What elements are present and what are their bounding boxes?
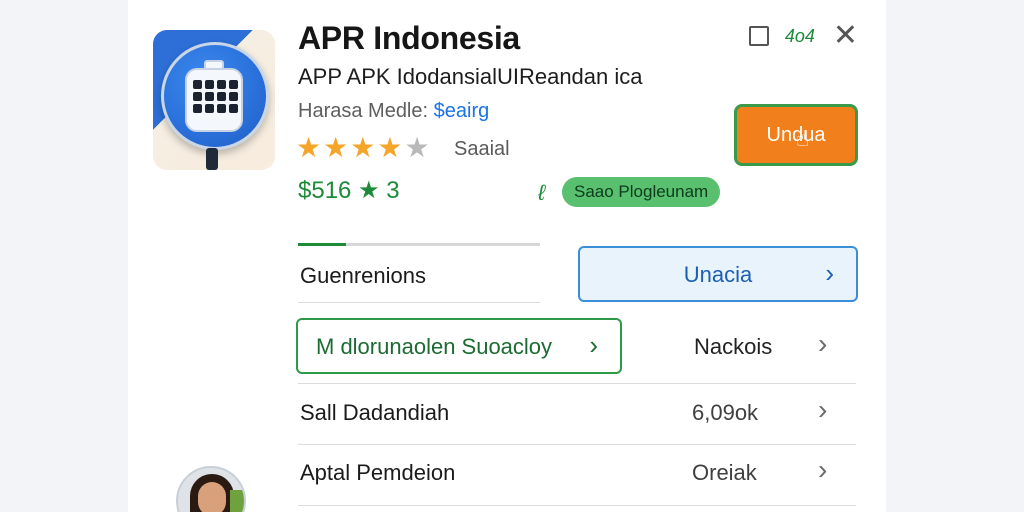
app-row-value: Oreiak bbox=[692, 460, 757, 485]
blue-action-button[interactable]: Unacia › bbox=[578, 246, 858, 302]
app-row-label[interactable]: Aptal Pemdeion bbox=[300, 460, 455, 486]
cursor-icon: ☝ bbox=[796, 126, 810, 151]
divider bbox=[298, 444, 856, 445]
sale-row-value: 6,09ok bbox=[692, 400, 759, 425]
star-icon: ★ bbox=[404, 132, 430, 163]
star-icon: ★ bbox=[323, 132, 349, 163]
rating-label: Saaial bbox=[454, 138, 510, 160]
divider bbox=[298, 505, 856, 506]
window-controls: 4o4 ✕ bbox=[748, 21, 858, 51]
developer-line: Harasa Medle: $eairg bbox=[298, 100, 489, 123]
progress-bar bbox=[298, 243, 540, 246]
price-label: $516 ★ 3 bbox=[298, 177, 400, 204]
status-badge: Saao Plogleunam bbox=[562, 177, 721, 207]
rating-stars: ★ ★ ★ ★ ★ bbox=[296, 134, 432, 162]
close-icon[interactable]: ✕ bbox=[833, 21, 858, 51]
chevron-right-icon[interactable]: › bbox=[818, 394, 827, 426]
developer-label: Harasa Medle: bbox=[298, 100, 429, 122]
chevron-right-icon[interactable]: › bbox=[818, 328, 827, 360]
generations-label: Guenrenions bbox=[300, 263, 426, 288]
divider bbox=[298, 383, 856, 384]
green-row-value: Nackois bbox=[694, 334, 773, 359]
app-subtitle: APP APK IdodansialUIReandan ica bbox=[298, 64, 643, 89]
right-backdrop bbox=[886, 0, 1024, 512]
progress-fill bbox=[298, 243, 347, 246]
chevron-right-icon: › bbox=[589, 330, 598, 360]
star-icon: ★ bbox=[350, 132, 376, 163]
app-detail-card: APR Indonesia APP APK IdodansialUIReanda… bbox=[128, 0, 886, 512]
chevron-right-icon: › bbox=[825, 258, 834, 288]
green-action-button[interactable]: M dlorunaolen Suoacloy › bbox=[296, 318, 622, 374]
app-title: APR Indonesia bbox=[298, 20, 520, 56]
green-button-label: M dlorunaolen Suoacloy bbox=[316, 334, 553, 359]
status-icon: ℓ bbox=[538, 180, 546, 205]
star-icon: ★ bbox=[296, 132, 322, 163]
chip-icon[interactable]: 4o4 bbox=[785, 26, 815, 47]
window-square-icon[interactable] bbox=[748, 26, 769, 46]
left-backdrop bbox=[0, 0, 128, 512]
sale-row-label[interactable]: Sall Dadandiah bbox=[300, 400, 449, 426]
avatar[interactable] bbox=[176, 466, 246, 512]
app-logo-icon bbox=[153, 30, 275, 170]
chevron-right-icon[interactable]: › bbox=[818, 454, 827, 486]
divider bbox=[298, 302, 540, 303]
developer-link[interactable]: $eairg bbox=[434, 100, 490, 122]
star-icon: ★ bbox=[377, 132, 403, 163]
blue-button-label: Unacia bbox=[683, 262, 753, 287]
